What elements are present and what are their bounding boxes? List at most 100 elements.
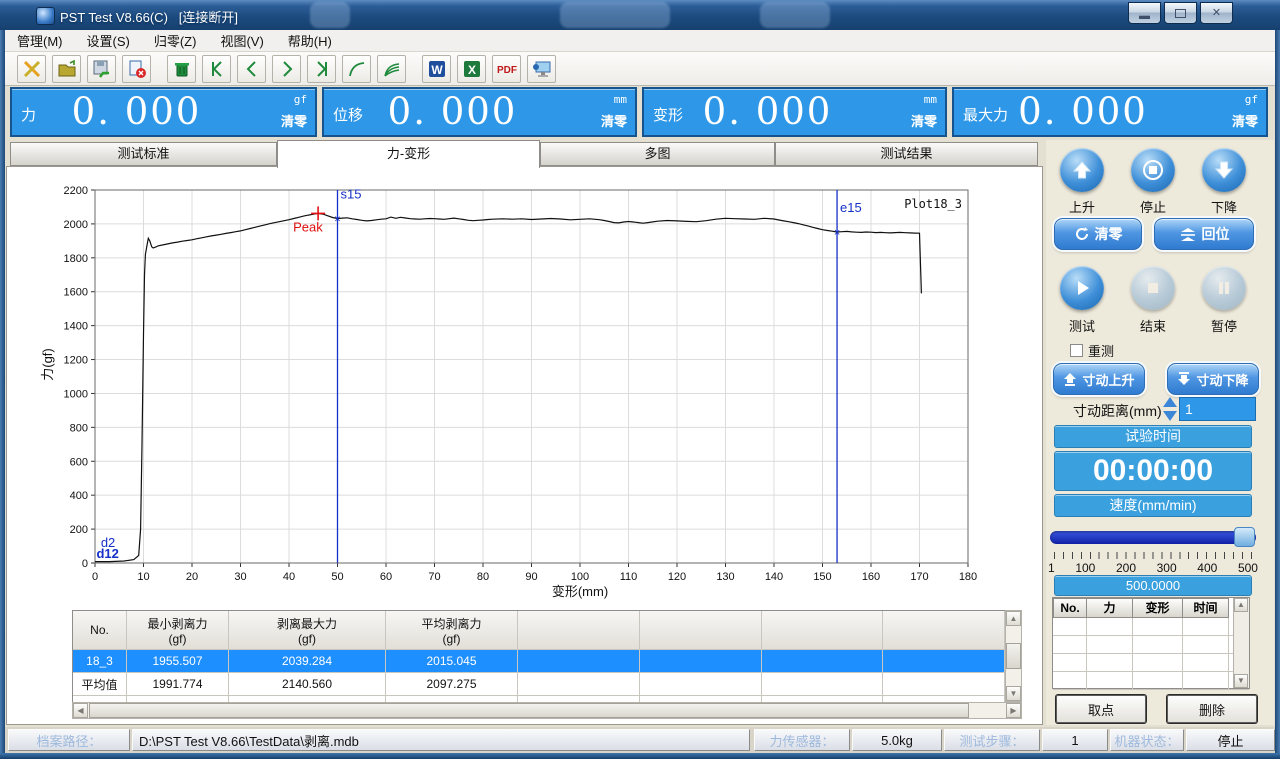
x-tick-label: 180	[959, 571, 977, 583]
y-tick-label: 1000	[64, 388, 88, 400]
inch-down-button[interactable]: 寸动下降	[1167, 363, 1259, 395]
single-curve-icon[interactable]	[342, 55, 371, 83]
menu-settings[interactable]: 设置(S)	[87, 31, 130, 50]
delete-button[interactable]: 删除	[1167, 695, 1257, 723]
slider-scale: 1100 200300 400500	[1048, 561, 1258, 575]
scroll-down-icon[interactable]: ▼	[1006, 686, 1021, 701]
deformation-value: 0. 000	[644, 90, 891, 133]
close-button[interactable]: ✕	[1200, 2, 1233, 24]
close-file-icon[interactable]	[122, 55, 151, 83]
slider-track[interactable]	[1050, 531, 1256, 544]
marker-cross-s15: ×	[334, 213, 340, 225]
max-force-display: 最大力 0. 000 gf 清零	[952, 87, 1268, 137]
inch-up-button[interactable]: 寸动上升	[1053, 363, 1145, 395]
tab-multi-plot[interactable]: 多图	[540, 142, 775, 166]
scroll-down-icon[interactable]: ▼	[1234, 674, 1248, 688]
points-table-scrollbar[interactable]: ▲ ▼	[1233, 598, 1249, 688]
inch-distance-spinner[interactable]	[1163, 397, 1177, 421]
scroll-right-icon[interactable]: ▶	[1006, 703, 1021, 718]
export-pdf-icon[interactable]: PDF	[492, 55, 521, 83]
svg-text:W: W	[431, 63, 443, 77]
export-excel-icon[interactable]: X	[457, 55, 486, 83]
inch-distance-input[interactable]: 1	[1179, 397, 1256, 421]
force-deformation-chart: 0102030405060708090100110120130140150160…	[55, 183, 995, 583]
y-tick-label: 200	[70, 524, 88, 536]
x-tick-label: 130	[716, 571, 734, 583]
header-max-peel: 剥离最大力(gf)	[229, 611, 386, 649]
x-tick-label: 120	[668, 571, 686, 583]
table-vertical-scrollbar[interactable]: ▲ ▼	[1005, 610, 1022, 702]
save-file-icon[interactable]	[87, 55, 116, 83]
spinner-up-icon[interactable]	[1163, 397, 1177, 407]
tools-icon[interactable]	[17, 55, 46, 83]
y-tick-label: 1200	[64, 355, 88, 367]
tab-force-deformation[interactable]: 力-变形	[277, 140, 540, 168]
peak-label: Peak	[293, 219, 323, 234]
jog-up-button[interactable]	[1060, 148, 1104, 192]
table-row-18-3[interactable]: 18_3 1955.507 2039.284 2015.045	[73, 649, 1005, 672]
test-pause-button[interactable]	[1202, 266, 1246, 310]
deformation-clear-button[interactable]: 清零	[911, 111, 937, 130]
points-header-force[interactable]: 力	[1087, 598, 1133, 618]
y-tick-label: 0	[82, 558, 88, 570]
next-record-icon[interactable]	[272, 55, 301, 83]
device-monitor-icon[interactable]	[527, 55, 556, 83]
points-header-no[interactable]: No.	[1053, 598, 1087, 618]
zero-button[interactable]: 清零	[1054, 218, 1142, 250]
points-header-time[interactable]: 时间	[1183, 598, 1229, 618]
inch-down-icon	[1177, 372, 1191, 386]
menu-manage[interactable]: 管理(M)	[17, 31, 63, 50]
speed-slider[interactable]	[1050, 527, 1256, 547]
max-force-clear-button[interactable]: 清零	[1232, 111, 1258, 130]
aero-glass-highlight	[560, 2, 670, 28]
deformation-unit: mm	[924, 93, 937, 106]
aero-glass-highlight	[760, 2, 830, 28]
menu-help[interactable]: 帮助(H)	[288, 31, 332, 50]
checkbox-box[interactable]	[1070, 344, 1083, 357]
prev-record-icon[interactable]	[237, 55, 266, 83]
last-record-icon[interactable]	[307, 55, 336, 83]
table-horizontal-scrollbar[interactable]: ◀ ▶	[72, 702, 1022, 719]
retest-checkbox[interactable]: 重测	[1070, 341, 1114, 360]
points-header-deformation[interactable]: 变形	[1133, 598, 1183, 618]
scroll-up-icon[interactable]: ▲	[1234, 598, 1248, 612]
scroll-left-icon[interactable]: ◀	[73, 703, 88, 718]
x-tick-label: 140	[765, 571, 783, 583]
window-frame-bottom	[0, 753, 1280, 759]
spinner-down-icon[interactable]	[1163, 411, 1177, 421]
step-value: 1	[1042, 729, 1108, 751]
marker-label-e15: e15	[840, 200, 862, 215]
jog-down-button[interactable]	[1202, 148, 1246, 192]
multi-curve-icon[interactable]	[377, 55, 406, 83]
tab-test-result[interactable]: 测试结果	[775, 142, 1038, 166]
export-word-icon[interactable]: W	[422, 55, 451, 83]
pick-point-button[interactable]: 取点	[1056, 695, 1146, 723]
test-time-header: 试验时间	[1054, 425, 1252, 448]
menu-zero[interactable]: 归零(Z)	[154, 31, 197, 50]
speed-value-display: 500.0000	[1054, 575, 1252, 596]
down-arrow-icon	[1213, 159, 1235, 181]
trash-icon[interactable]	[167, 55, 196, 83]
x-tick-label: 0	[92, 571, 98, 583]
header-avg-peel: 平均剥离力(gf)	[386, 611, 518, 649]
force-clear-button[interactable]: 清零	[281, 111, 307, 130]
maximize-button[interactable]	[1164, 2, 1197, 24]
test-end-button[interactable]	[1131, 266, 1175, 310]
play-icon	[1072, 278, 1092, 298]
file-path-value: D:\PST Test V8.66\TestData\剥离.mdb	[132, 729, 750, 751]
scroll-up-icon[interactable]: ▲	[1006, 611, 1021, 626]
minimize-button[interactable]: ▬	[1128, 2, 1161, 24]
toolbar: W X PDF	[5, 52, 1275, 86]
tab-test-standard[interactable]: 测试标准	[10, 142, 277, 166]
open-file-icon[interactable]	[52, 55, 81, 83]
first-record-icon[interactable]	[202, 55, 231, 83]
jog-stop-button[interactable]	[1131, 148, 1175, 192]
table-row-average[interactable]: 平均值 1991.774 2140.560 2097.275	[73, 672, 1005, 695]
test-start-button[interactable]	[1060, 266, 1104, 310]
slider-thumb[interactable]	[1234, 527, 1255, 547]
control-panel: 上升 停止 下降 清零 回位 测试 结束 暂停 重测 寸动上升 寸动下降 寸动距	[1046, 140, 1274, 725]
return-button[interactable]: 回位	[1154, 218, 1254, 250]
window-title: PST Test V8.66(C) [连接断开]	[60, 7, 238, 26]
menu-view[interactable]: 视图(V)	[220, 31, 263, 50]
displacement-clear-button[interactable]: 清零	[601, 111, 627, 130]
